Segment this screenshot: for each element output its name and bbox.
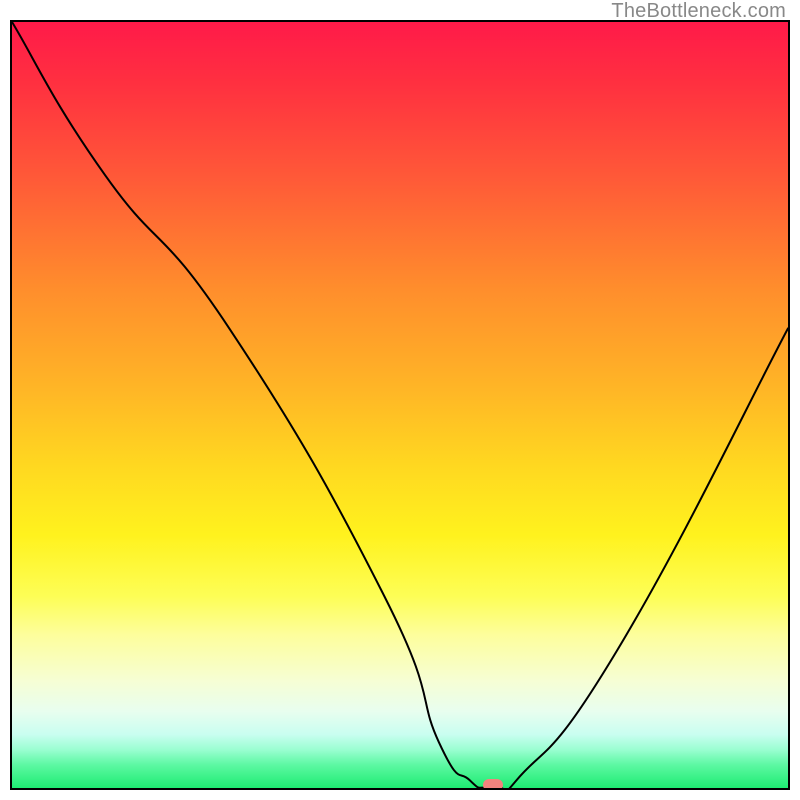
chart-frame	[10, 20, 790, 790]
chart-background-gradient	[12, 22, 788, 788]
optimum-marker	[483, 779, 503, 790]
